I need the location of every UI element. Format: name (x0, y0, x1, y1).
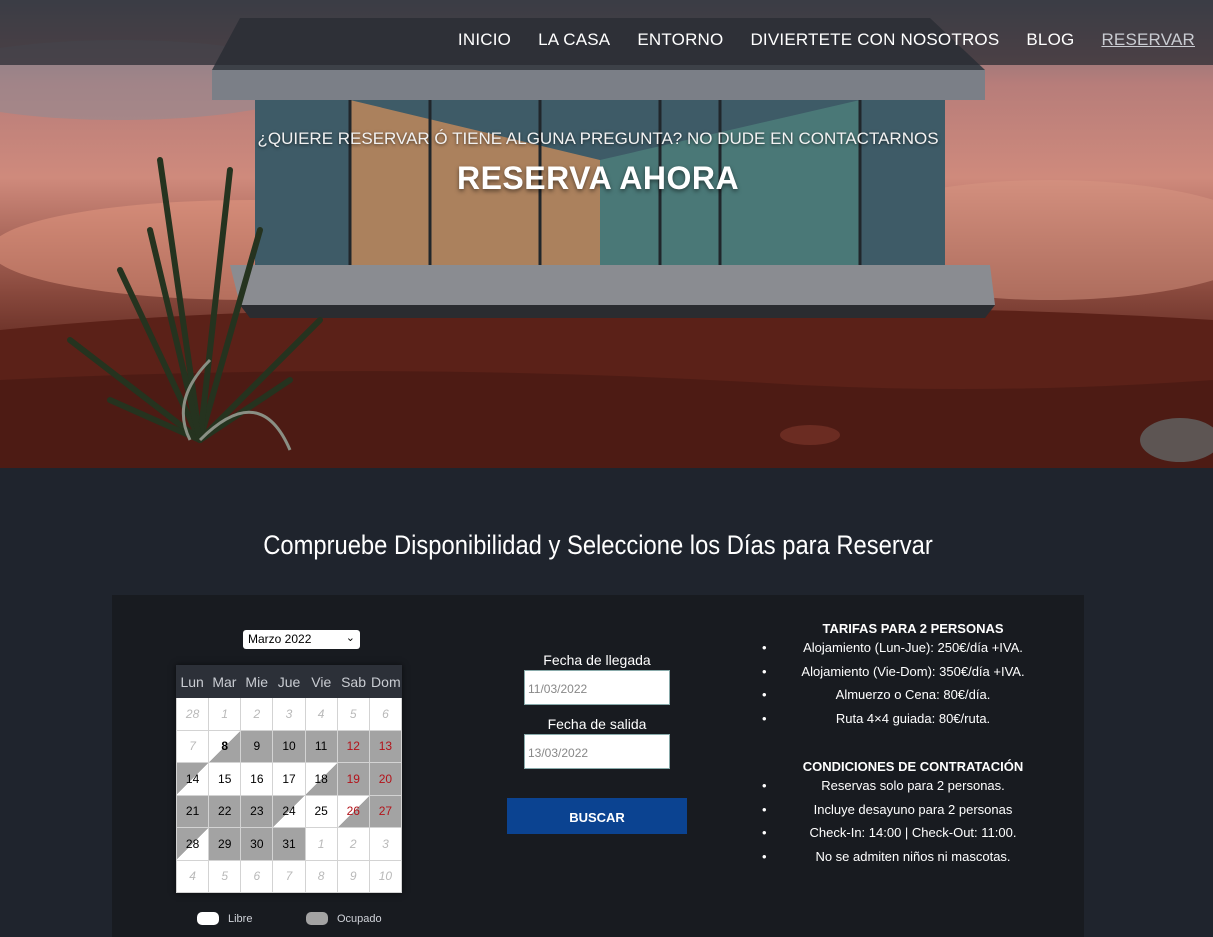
calendar-day[interactable]: 21 (176, 795, 210, 828)
legend-free: Libre (197, 912, 252, 925)
calendar-day[interactable]: 17 (273, 763, 306, 796)
arrival-label: Fecha de llegada (543, 652, 651, 668)
weekday-label: Mar (212, 674, 237, 690)
calendar-week-row: 4 5 6 7 8 9 10 (176, 860, 402, 893)
hero-banner: INICIO LA CASA ENTORNO DIVIERTETE CON NOSOT… (0, 0, 1213, 468)
legend-busy: Ocupado (306, 912, 382, 925)
calendar-day: 4 (176, 860, 210, 893)
conditions-item: Check-In: 14:00 | Check-Out: 11:00. (757, 821, 1069, 845)
top-navigation: INICIO LA CASA ENTORNO DIVIERTETE CON NOSOT… (0, 0, 1213, 65)
calendar-day[interactable]: 9 (241, 730, 274, 763)
calendar-day[interactable]: 26 (337, 795, 370, 828)
calendar-day[interactable]: 28 (176, 828, 210, 861)
chevron-down-icon: ⌄ (345, 632, 355, 644)
conditions-item: Incluye desayuno para 2 personas (757, 798, 1069, 822)
calendar-day[interactable]: 19 (337, 763, 370, 796)
search-button[interactable]: BUSCAR (507, 798, 687, 834)
calendar-day: 7 (273, 860, 306, 893)
calendar-day: 2 (337, 828, 370, 861)
calendar-grid: 28 1 2 3 4 5 6 7 8 9 10 11 12 13 14 15 16 17 18 19 20 21 22 23 2… (176, 698, 402, 893)
calendar-day[interactable]: 23 (241, 795, 274, 828)
calendar-week-row: 7 8 9 10 11 12 13 (176, 730, 402, 763)
weekday-label: Dom (371, 674, 401, 690)
calendar-day: 6 (241, 860, 274, 893)
calendar-day: 1 (209, 698, 242, 731)
calendar-day[interactable]: 14 (176, 763, 210, 796)
availability-calendar: Lun Mar Mie Jue Vie Sab Dom 28 1 2 3 4 5 6 7 8 9 10 11 12 1… (176, 665, 402, 893)
calendar-day: 2 (241, 698, 274, 731)
rates-item: Alojamiento (Lun-Jue): 250€/día +IVA. (757, 636, 1069, 660)
hero-title: RESERVA AHORA (456, 160, 740, 196)
arrival-date-input[interactable]: 11/03/2022 (524, 670, 670, 705)
calendar-day: 8 (305, 860, 338, 893)
nav-item-blog[interactable]: BLOG (1026, 30, 1074, 50)
weekday-label: Jue (277, 674, 301, 690)
legend-busy-swatch (306, 912, 328, 925)
calendar-day[interactable]: 22 (209, 795, 242, 828)
rates-title: TARIFAS PARA 2 PERSONAS (822, 621, 1004, 636)
calendar-day: 9 (337, 860, 370, 893)
calendar-weekday-header: Lun Mar Mie Jue Vie Sab Dom (176, 665, 402, 698)
conditions-item: Reservas solo para 2 personas. (757, 774, 1069, 798)
calendar-day[interactable]: 13 (369, 730, 402, 763)
calendar-week-row: 21 22 23 24 25 26 27 (176, 795, 402, 828)
weekday-label: Mie (245, 674, 268, 690)
calendar-day[interactable]: 24 (273, 795, 306, 828)
nav-item-entorno[interactable]: ENTORNO (637, 30, 723, 50)
calendar-day[interactable]: 8 (209, 730, 242, 763)
rates-list: Alojamiento (Lun-Jue): 250€/día +IVA.Alo… (757, 636, 1069, 730)
month-select-value: Marzo 2022 (248, 632, 312, 646)
calendar-day[interactable]: 25 (305, 795, 338, 828)
calendar-day: 28 (176, 698, 210, 731)
hero-subtitle: ¿QUIERE RESERVAR Ó TIENE ALGUNA PREGUNTA… (257, 129, 939, 148)
nav-item-inicio[interactable]: INICIO (458, 30, 511, 50)
weekday-label: Sab (341, 674, 366, 690)
calendar-day: 5 (337, 698, 370, 731)
calendar-day: 4 (305, 698, 338, 731)
nav-item-la-casa[interactable]: LA CASA (538, 30, 610, 50)
conditions-block: CONDICIONES DE CONTRATACIÓN Reservas sol… (757, 759, 1069, 868)
calendar-day: 3 (369, 828, 402, 861)
nav-menu: INICIO LA CASA ENTORNO DIVIERTETE CON NOSOT… (458, 30, 1195, 50)
hero-house-image (0, 18, 1213, 468)
departure-date-input[interactable]: 13/03/2022 (524, 734, 670, 769)
calendar-day: 3 (273, 698, 306, 731)
calendar-day[interactable]: 16 (241, 763, 274, 796)
calendar-day[interactable]: 18 (305, 763, 338, 796)
calendar-week-row: 28 29 30 31 1 2 3 (176, 828, 402, 861)
legend-free-label: Libre (228, 912, 253, 925)
calendar-day[interactable]: 31 (273, 828, 306, 861)
calendar-day[interactable]: 30 (241, 828, 274, 861)
rates-item: Alojamiento (Vie-Dom): 350€/día +IVA. (757, 660, 1069, 684)
conditions-title: CONDICIONES DE CONTRATACIÓN (802, 759, 1024, 774)
section-title: Compruebe Disponibilidad y Seleccione lo… (263, 530, 933, 560)
nav-item-diviertete-con-nosotros[interactable]: DIVIERTETE CON NOSOTROS (750, 30, 999, 50)
calendar-week-row: 14 15 16 17 18 19 20 (176, 763, 402, 796)
calendar-day[interactable]: 15 (209, 763, 242, 796)
calendar-day: 10 (369, 860, 402, 893)
departure-label: Fecha de salida (547, 716, 647, 732)
calendar-day[interactable]: 29 (209, 828, 242, 861)
legend-busy-label: Ocupado (337, 912, 382, 925)
calendar-week-row: 28 1 2 3 4 5 6 (176, 698, 402, 731)
calendar-day[interactable]: 20 (369, 763, 402, 796)
conditions-item: No se admiten niños ni mascotas. (757, 845, 1069, 869)
calendar-day: 7 (176, 730, 210, 763)
rates-item: Almuerzo o Cena: 80€/día. (757, 683, 1069, 707)
calendar-day: 1 (305, 828, 338, 861)
nav-item-reservar[interactable]: RESERVAR (1101, 30, 1195, 50)
legend-free-swatch (197, 912, 219, 925)
rates-item: Ruta 4×4 guiada: 80€/ruta. (757, 707, 1069, 731)
month-select[interactable]: Marzo 2022 ⌄ (243, 630, 360, 649)
rates-block: TARIFAS PARA 2 PERSONAS Alojamiento (Lun… (757, 621, 1069, 730)
conditions-list: Reservas solo para 2 personas.Incluye de… (757, 774, 1069, 868)
calendar-day: 5 (209, 860, 242, 893)
weekday-label: Lun (180, 674, 204, 690)
calendar-day[interactable]: 27 (369, 795, 402, 828)
calendar-day[interactable]: 10 (273, 730, 306, 763)
calendar-day: 6 (369, 698, 402, 731)
calendar-day[interactable]: 12 (337, 730, 370, 763)
weekday-label: Vie (311, 674, 332, 690)
calendar-day[interactable]: 11 (305, 730, 338, 763)
